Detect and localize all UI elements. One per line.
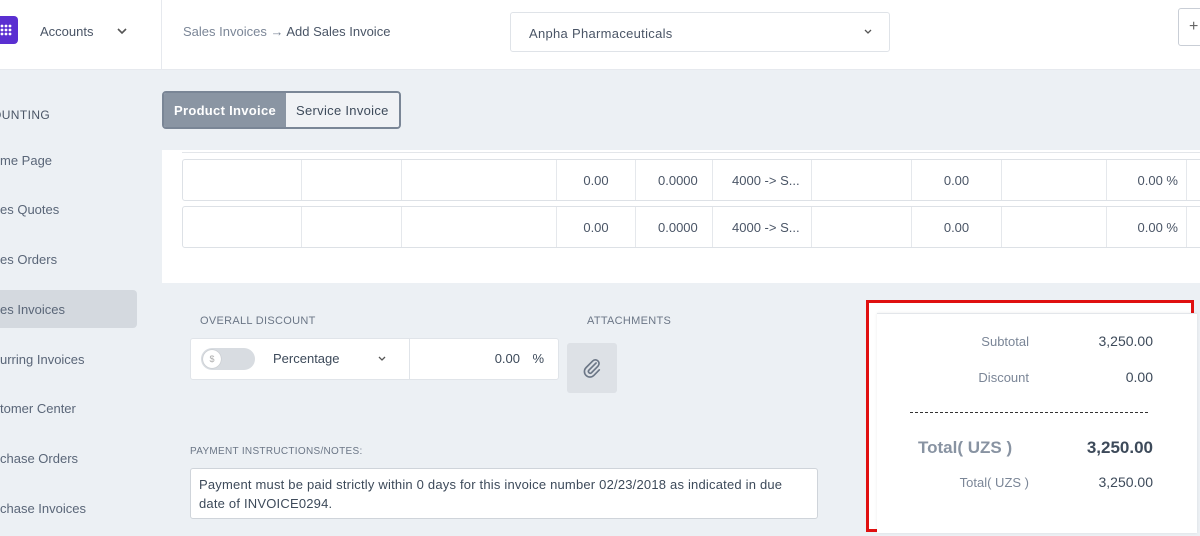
totals-card: Subtotal 3,250.00 Discount 0.00 Total( U… xyxy=(877,313,1197,533)
top-bar: Accounts Sales Invoices → Add Sales Invo… xyxy=(0,0,1200,70)
app-grid-icon[interactable] xyxy=(0,16,18,44)
sidebar-item-sales-orders[interactable]: es Orders xyxy=(0,240,137,278)
plus-icon: + xyxy=(1189,18,1199,35)
subtotal-value: 3,250.00 xyxy=(1098,333,1154,349)
value-cell[interactable]: 0.00 xyxy=(912,160,1002,200)
app-label[interactable]: Accounts xyxy=(40,24,93,39)
breadcrumb-arrow-icon: → xyxy=(270,24,284,39)
invoice-footer: OVERALL DISCOUNT ATTACHMENTS $ Percentag… xyxy=(162,283,1200,536)
tab-service-invoice[interactable]: Service Invoice xyxy=(286,93,399,127)
sidebar-item-recurring-invoices[interactable]: urring Invoices xyxy=(0,340,137,378)
account-cell[interactable]: 4000 -> S... xyxy=(713,160,812,200)
value-cell[interactable]: 0.00 xyxy=(912,207,1002,247)
empty-cell[interactable] xyxy=(812,160,912,200)
discount-type-select[interactable]: Percentage xyxy=(273,351,340,366)
chevron-down-icon xyxy=(864,29,872,34)
discount-value-input[interactable]: 0.00 xyxy=(495,351,520,366)
tax-cell[interactable]: 0.00 % xyxy=(1107,207,1187,247)
app-switcher[interactable]: Accounts xyxy=(0,0,162,70)
sidebar-item-sales-invoices[interactable]: es Invoices xyxy=(0,290,137,328)
invoice-type-tabs: Product Invoice Service Invoice xyxy=(162,91,401,129)
empty-cell[interactable] xyxy=(1002,160,1107,200)
sidebar-item-label: me Page xyxy=(0,152,53,168)
grid-dots-icon xyxy=(0,24,12,36)
empty-cell[interactable] xyxy=(812,207,912,247)
chevron-down-icon[interactable] xyxy=(116,25,128,37)
sidebar-section-title: OUNTING xyxy=(0,108,51,122)
overall-discount-label: OVERALL DISCOUNT xyxy=(200,315,316,327)
paperclip-icon xyxy=(583,359,601,378)
sidebar-item-label: urring Invoices xyxy=(0,351,85,367)
discount-total-label: Discount xyxy=(978,370,1029,385)
description-cell[interactable] xyxy=(302,160,402,200)
breadcrumb-parent[interactable]: Sales Invoices xyxy=(183,24,267,39)
grand-total-value: 3,250.00 xyxy=(1086,438,1153,457)
discount-control: $ Percentage 0.00 % xyxy=(190,338,559,380)
base-total-value: 3,250.00 xyxy=(1098,474,1154,490)
discount-toggle[interactable]: $ xyxy=(201,348,255,370)
sidebar-item-label: tomer Center xyxy=(0,400,76,416)
detail-cell[interactable] xyxy=(402,160,557,200)
breadcrumb: Sales Invoices → Add Sales Invoice xyxy=(183,24,390,39)
sidebar: OUNTING me Page es Quotes es Orders es I… xyxy=(0,70,162,536)
totals-highlight: Subtotal 3,250.00 Discount 0.00 Total( U… xyxy=(866,300,1197,533)
sidebar-item-label: es Quotes xyxy=(0,201,60,217)
payment-notes-textarea[interactable]: Payment must be paid strictly within 0 d… xyxy=(190,468,818,519)
sidebar-item-sales-quotes[interactable]: es Quotes xyxy=(0,190,137,228)
company-select[interactable]: Anpha Pharmaceuticals xyxy=(510,12,890,52)
tax-cell[interactable]: 0.00 % xyxy=(1107,160,1187,200)
account-cell[interactable]: 4000 -> S... xyxy=(713,207,812,247)
discount-total-value: 0.00 xyxy=(1125,369,1153,385)
amount-cell[interactable]: 0.00 xyxy=(557,160,636,200)
chevron-down-icon[interactable] xyxy=(377,354,387,364)
base-total-label: Total( UZS ) xyxy=(959,475,1029,490)
item-cell[interactable] xyxy=(183,160,302,200)
rate-cell[interactable]: 0.0000 xyxy=(636,207,713,247)
payment-notes-label: PAYMENT INSTRUCTIONS/NOTES: xyxy=(190,446,363,457)
attachments-label: ATTACHMENTS xyxy=(587,315,672,327)
tab-product-invoice[interactable]: Product Invoice xyxy=(164,93,287,127)
amount-cell[interactable]: 0.00 xyxy=(557,207,636,247)
main-content: Product Invoice Service Invoice 0.00 0.0… xyxy=(162,70,1200,536)
sidebar-item-customer-center[interactable]: tomer Center xyxy=(0,389,137,427)
detail-cell[interactable] xyxy=(402,207,557,247)
rate-cell[interactable]: 0.0000 xyxy=(636,160,713,200)
divider xyxy=(409,339,410,379)
subtotal-label: Subtotal xyxy=(981,334,1029,349)
item-cell[interactable] xyxy=(183,207,302,247)
description-cell[interactable] xyxy=(302,207,402,247)
sidebar-item-purchase-invoices[interactable]: chase Invoices xyxy=(0,489,137,527)
totals-divider xyxy=(910,412,1148,413)
toggle-knob-icon: $ xyxy=(203,350,221,368)
sidebar-item-label: es Orders xyxy=(0,251,58,267)
sidebar-item-label: chase Invoices xyxy=(0,500,86,516)
sidebar-item-home-page[interactable]: me Page xyxy=(0,141,137,179)
discount-unit: % xyxy=(532,351,544,366)
add-button[interactable]: + xyxy=(1178,8,1200,46)
sidebar-item-label: es Invoices xyxy=(0,301,66,317)
line-items-panel: 0.00 0.0000 4000 -> S... 0.00 0.00 % 0.0… xyxy=(162,150,1200,283)
table-top-border xyxy=(182,150,1200,153)
table-row: 0.00 0.0000 4000 -> S... 0.00 0.00 % xyxy=(182,206,1200,248)
breadcrumb-current: Add Sales Invoice xyxy=(286,24,391,39)
empty-cell[interactable] xyxy=(1002,207,1107,247)
sidebar-item-purchase-orders[interactable]: chase Orders xyxy=(0,439,137,477)
sidebar-item-label: chase Orders xyxy=(0,450,79,466)
company-select-value: Anpha Pharmaceuticals xyxy=(529,26,673,41)
attach-file-button[interactable] xyxy=(567,343,617,393)
table-row: 0.00 0.0000 4000 -> S... 0.00 0.00 % xyxy=(182,159,1200,201)
grand-total-label: Total( UZS ) xyxy=(918,438,1013,457)
